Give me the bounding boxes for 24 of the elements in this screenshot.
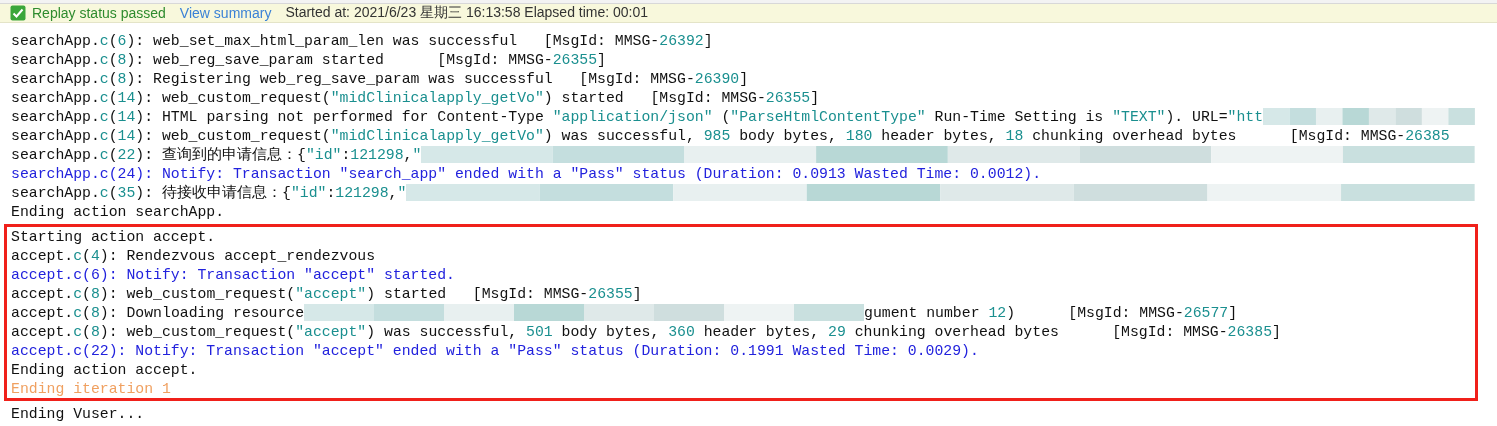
log-line: Ending action searchApp. — [11, 203, 225, 220]
log-line: accept.c(8): web_custom_request("accept") was successful, 501 body bytes, 360 header bytes, 29 chunking overhead bytes [MsgId: MMSG-26385] — [11, 323, 1281, 340]
log-line: Starting action accept. — [11, 228, 216, 245]
log-line: Ending action accept. — [11, 361, 198, 378]
log-line: accept.c(8): web_custom_request("accept") started [MsgId: MMSG-26355] — [11, 285, 642, 302]
log-line: Ending iteration 1 — [11, 380, 171, 397]
log-line: accept.c(22): Notify: Transaction "accept" ended with a "Pass" status (Duration: 0.1991 Wasted Time: 0.0029). — [11, 342, 979, 359]
log-line: searchApp.c(14): web_custom_request("midClinicalapply_getVo") was successful, 985 body bytes, 180 header bytes, 18 chunking overhead bytes [MsgId: MMSG-26385 — [11, 127, 1450, 144]
log-line: accept.c(6): Notify: Transaction "accept" started. — [11, 266, 455, 283]
log-line: gument number 12) [MsgId: MMSG-26577] — [864, 304, 1238, 321]
status-text: Replay status passed — [32, 5, 166, 21]
log-line: accept.c(8): Downloading resource — [11, 304, 305, 321]
log-line: accept.c(4): Rendezvous accept_rendezvous — [11, 247, 376, 264]
log-line: searchApp.c(14): HTML parsing not performed for Content-Type "application/json" ("ParseHtmlContentType" Run-Time Setting is "TEXT"). URL="htt — [11, 108, 1264, 125]
log-line: searchApp.c(8): Registering web_reg_save_param was successful [MsgId: MMSG-26390] — [11, 70, 749, 87]
log-line: searchApp.c(35): 待接收申请信息：{"id":121298," — [11, 183, 407, 202]
log-line: searchApp.c(14): web_custom_request("midClinicalapply_getVo") started [MsgId: MMSG-26355] — [11, 89, 820, 106]
log-line: searchApp.c(24): Notify: Transaction "search_app" ended with a "Pass" status (Duration: 0.0913 Wasted Time: 0.0012). — [11, 165, 1042, 182]
log-line: searchApp.c(22): 查询到的申请信息：{"id":121298," — [11, 145, 422, 164]
run-info: Started at: 2021/6/23 星期三 16:13:58 Elapsed time: 00:01 — [285, 4, 649, 22]
log-line: Ending Vuser... — [11, 405, 145, 422]
log-line: searchApp.c(8): web_reg_save_param started [MsgId: MMSG-26355] — [11, 51, 606, 68]
log-line: searchApp.c(6): web_set_max_html_param_len was successful [MsgId: MMSG-26392] — [11, 32, 713, 49]
view-summary-link[interactable]: View summary — [179, 5, 272, 21]
